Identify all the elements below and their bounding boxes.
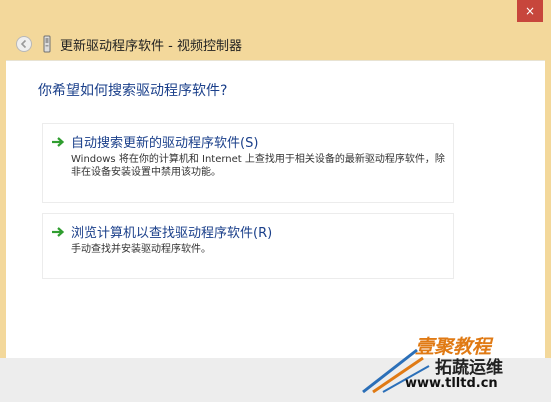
watermark-text-2: 拓蔬运维 [435, 358, 503, 378]
dialog-window: × 更新驱动程序软件 - 视频控制器 你希望如何搜索驱动程序软件? 自动搜索更新… [0, 0, 551, 402]
option-browse-computer-title: 浏览计算机以查找驱动程序软件(R) [71, 226, 273, 241]
green-arrow-icon [52, 227, 65, 237]
close-button[interactable]: × [517, 0, 543, 22]
option-auto-search-title: 自动搜索更新的驱动程序软件(S) [71, 136, 259, 151]
page-question: 你希望如何搜索驱动程序软件? [38, 83, 228, 99]
dialog-header: 更新驱动程序软件 - 视频控制器 [6, 28, 545, 60]
option-auto-search[interactable]: 自动搜索更新的驱动程序软件(S) Windows 将在你的计算机和 Intern… [42, 123, 454, 203]
option-browse-computer[interactable]: 浏览计算机以查找驱动程序软件(R) 手动查找并安装驱动程序软件。 [42, 213, 454, 279]
device-icon [43, 35, 51, 53]
dialog-content: 你希望如何搜索驱动程序软件? 自动搜索更新的驱动程序软件(S) Windows … [6, 60, 545, 359]
option-browse-computer-description: 手动查找并安装驱动程序软件。 [71, 244, 211, 255]
title-bar: × [0, 0, 551, 28]
watermark: 壹聚教程 拓蔬运维 www.tlltd.cn [345, 330, 545, 400]
green-arrow-icon [52, 137, 65, 147]
back-button[interactable] [16, 36, 32, 52]
dialog-title: 更新驱动程序软件 - 视频控制器 [60, 39, 242, 54]
watermark-url: www.tlltd.cn [405, 376, 498, 391]
option-auto-search-description: Windows 将在你的计算机和 Internet 上查找用于相关设备的最新驱动… [71, 154, 445, 178]
back-arrow-icon [20, 39, 27, 49]
